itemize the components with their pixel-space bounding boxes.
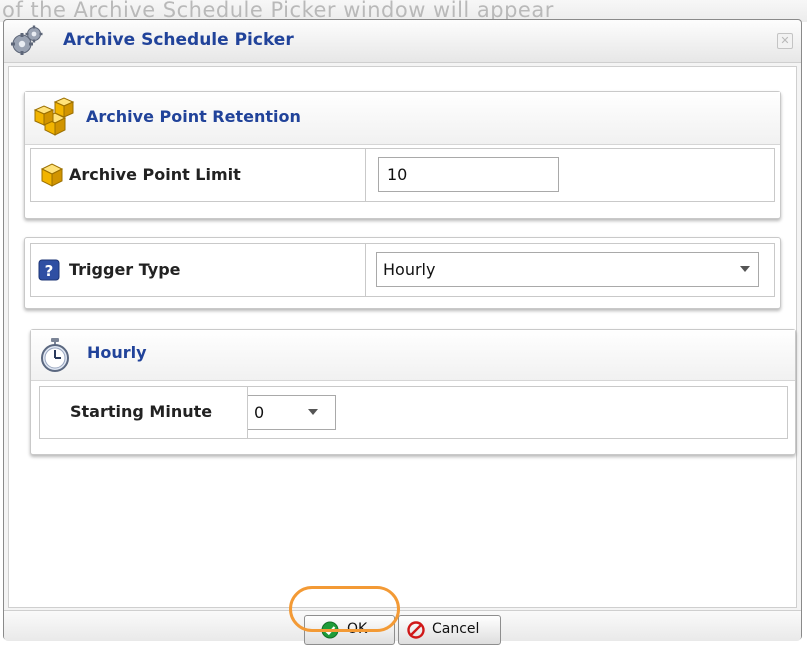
close-icon[interactable]: ✕ [777,33,793,49]
retention-panel-title: Archive Point Retention [86,107,301,126]
starting-minute-label: Starting Minute [70,402,213,421]
hourly-panel-header: Hourly [31,330,795,381]
trigger-type-value: Hourly [383,260,436,279]
dialog-footer: OK Cancel [4,610,801,645]
row-divider [365,149,366,201]
stacked-cubes-icon [31,94,77,140]
cancel-button[interactable]: Cancel [398,615,501,645]
trigger-type-panel: ? Trigger Type Hourly [24,237,781,309]
starting-minute-row: Starting Minute 0 [39,386,788,439]
chevron-down-icon[interactable] [740,266,750,272]
retention-panel-header: Archive Point Retention [25,92,780,145]
no-entry-icon [407,621,425,639]
trigger-type-label: Trigger Type [69,260,181,279]
retention-panel: Archive Point Retention Archive Point Li… [24,91,781,219]
gears-icon [10,25,44,57]
dialog-titlebar[interactable]: Archive Schedule Picker ✕ [4,20,801,63]
archive-point-limit-input[interactable] [378,157,559,192]
row-divider [365,244,366,296]
ok-button-label: OK [347,621,368,637]
hourly-panel-title: Hourly [87,343,147,362]
hourly-panel: Hourly Starting Minute 0 [30,329,796,455]
dialog-content: Archive Point Retention Archive Point Li… [8,66,797,608]
help-icon: ? [38,259,60,281]
cube-icon [39,162,65,188]
dialog-title: Archive Schedule Picker [63,30,294,50]
check-circle-icon [321,621,339,639]
svg-text:?: ? [45,262,54,280]
stopwatch-icon [38,337,72,373]
ok-button[interactable]: OK [304,615,395,645]
archive-point-limit-row: Archive Point Limit [30,148,775,202]
trigger-type-row: ? Trigger Type Hourly [30,243,775,297]
starting-minute-select[interactable]: 0 [248,395,336,430]
cancel-button-label: Cancel [432,621,480,637]
archive-schedule-picker-dialog: Archive Schedule Picker ✕ Archive Point … [3,19,802,645]
archive-point-limit-label: Archive Point Limit [69,165,241,184]
starting-minute-value: 0 [254,403,265,422]
chevron-down-icon[interactable] [308,409,318,415]
trigger-type-select[interactable]: Hourly [376,252,759,287]
